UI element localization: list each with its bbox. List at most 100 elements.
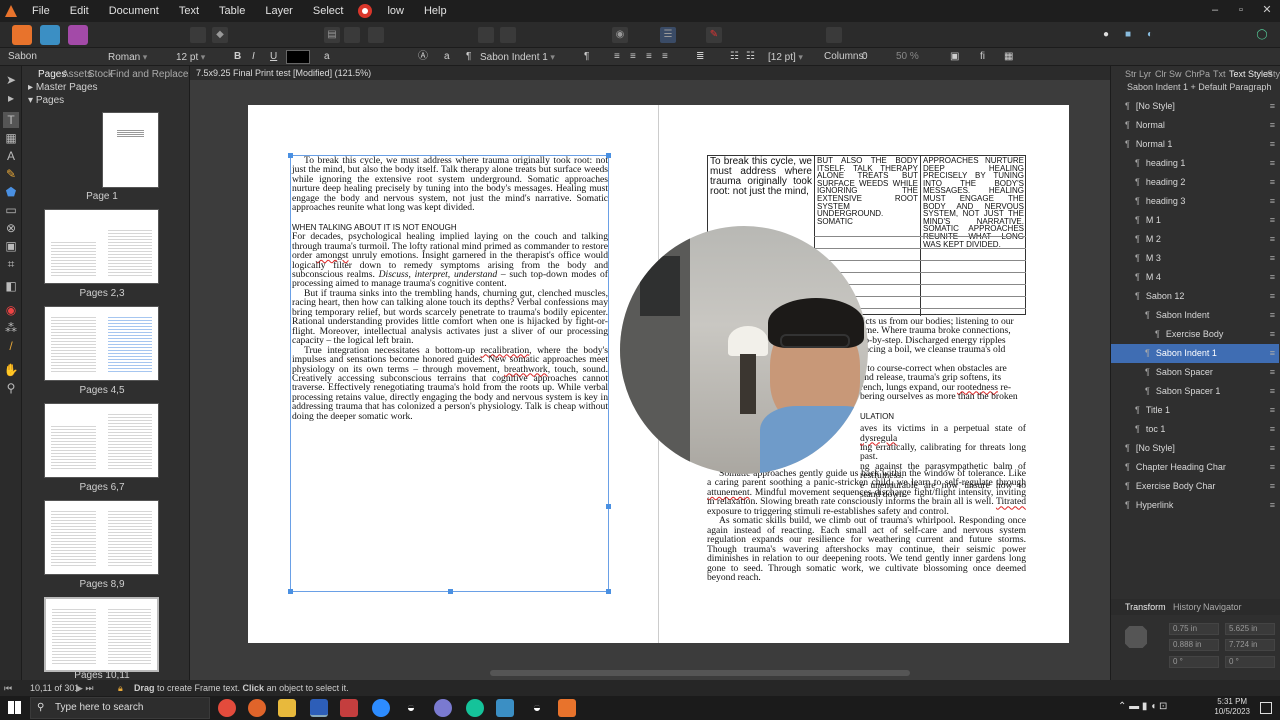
style-menu-icon[interactable]: ≡ [1270,477,1275,496]
menu-layer[interactable]: Layer [255,0,303,22]
text-style-item[interactable]: ¶ heading 1 ≡ [1111,154,1279,173]
minimize-icon[interactable]: – [1202,0,1228,22]
justify-icon[interactable]: ≡ [662,50,668,64]
settings-icon[interactable] [434,699,452,717]
system-tray-icons[interactable]: ⌃ ▬ ▮ ◖ ⊡ [1118,701,1167,712]
style-menu-icon[interactable]: ≡ [1270,135,1275,154]
share-icon[interactable] [190,27,206,43]
baseline-grid-icon[interactable]: ▦ [1004,50,1013,64]
tab-transform[interactable]: Transform [1125,602,1166,612]
move-tool-icon[interactable]: ➤ [3,72,19,88]
style-menu-icon[interactable]: ≡ [1270,458,1275,477]
style-menu-icon[interactable]: ≡ [1270,420,1275,439]
bullet-list-icon[interactable]: ☷ [730,50,739,64]
first-page-icon[interactable]: ⏮ [4,680,12,696]
text-style-item[interactable]: ¶ M 1 ≡ [1111,211,1279,230]
body-paragraph[interactable]: To break this cycle, we must address whe… [292,156,608,213]
hand-tool-icon[interactable]: ✋ [3,362,19,378]
numbered-list-icon[interactable]: ☷ [746,50,755,64]
frame-text-tool-icon[interactable]: T [3,112,19,128]
text-style-item[interactable]: ¶ Chapter Heading Char ≡ [1111,458,1279,477]
spread-thumbnail[interactable] [44,500,159,575]
character-panel-icon[interactable]: a [324,50,330,64]
zoom-icon[interactable] [372,699,390,717]
leading-dropdown[interactable]: [12 pt] [768,50,803,64]
menu-select[interactable]: Select [303,0,354,22]
y-position-field[interactable]: 0.888 in [1169,639,1219,651]
bold-button[interactable]: B [234,50,241,64]
photo-persona-icon[interactable] [68,25,88,45]
publisher-persona-icon[interactable] [12,25,32,45]
notifications-icon[interactable] [1260,702,1272,714]
text-style-item[interactable]: ¶ Exercise Body Char ≡ [1111,477,1279,496]
artistic-text-tool-icon[interactable]: A [3,148,19,164]
menu-table[interactable]: Table [209,0,255,22]
left-text-frame[interactable]: To break this cycle, we must address whe… [288,153,611,594]
text-style-item[interactable]: ¶ [No Style] ≡ [1111,439,1279,458]
pen-tool-icon[interactable]: ✎ [3,166,19,182]
body-paragraph[interactable]: True integration necessitates a bottom-u… [292,345,608,422]
text-style-item[interactable]: ¶ M 4 ≡ [1111,268,1279,287]
rotation-field[interactable]: 0 ° [1169,656,1219,668]
style-menu-icon[interactable]: ≡ [1270,496,1275,515]
word-icon[interactable] [310,699,328,717]
text-style-item[interactable]: ¶ toc 1 ≡ [1111,420,1279,439]
assistant-icon[interactable]: ● [1098,27,1114,43]
body-paragraph[interactable]: As somatic skills build, we climb out of… [707,516,1026,582]
style-preset[interactable]: Sabon [8,50,37,64]
anchor-selector-icon[interactable] [1125,626,1147,648]
text-style-item[interactable]: ¶ Sabon Spacer ≡ [1111,363,1279,382]
menu-window[interactable]: low [377,0,414,22]
text-color-swatch[interactable] [286,50,310,64]
publisher-icon[interactable] [558,699,576,717]
align-center-icon[interactable]: ≡ [630,50,636,64]
menu-document[interactable]: Document [99,0,169,22]
picture-frame-tool-icon[interactable]: ▭ [3,202,19,218]
character-style-icon[interactable]: a [444,50,450,64]
obs-icon[interactable]: ◒ [402,699,420,717]
italic-button[interactable]: I [252,50,255,64]
maximize-icon[interactable]: ▫ [1228,0,1254,22]
master-pages-header[interactable]: ▸ Master Pages [28,82,98,93]
style-menu-icon[interactable]: ≡ [1270,401,1275,420]
text-style-item[interactable]: ¶ Sabon Indent 1 ≡ [1111,344,1279,363]
user-account-icon[interactable]: ◯ [1254,27,1270,43]
preflight-icon[interactable]: ◆ [212,27,228,43]
app-icon[interactable] [340,699,358,717]
underline-button[interactable]: U [270,50,277,64]
align-icon[interactable] [826,27,842,43]
body-paragraph[interactable]: For decades, psychological healing impli… [292,232,608,289]
text-flow-icon[interactable]: fi [980,50,985,64]
text-style-item[interactable]: ¶ Title 1 ≡ [1111,401,1279,420]
style-menu-icon[interactable]: ≡ [1270,382,1275,401]
obs-icon[interactable]: ◒ [528,699,546,717]
tab-history[interactable]: History [1173,602,1201,612]
width-field[interactable]: 5.625 in [1225,623,1275,635]
align-right-icon[interactable]: ≡ [646,50,652,64]
node-tool-icon[interactable]: ▸ [3,90,19,106]
paragraph-icon[interactable]: ¶ [466,50,471,64]
text-style-item[interactable]: ¶ heading 3 ≡ [1111,192,1279,211]
style-menu-icon[interactable]: ≡ [1270,211,1275,230]
text-style-item[interactable]: ¶ Normal 1 ≡ [1111,135,1279,154]
pencil-tool-icon[interactable]: / [3,338,19,354]
pages-header[interactable]: ▾ Pages [28,95,64,106]
chrome-icon[interactable] [218,699,236,717]
color-picker-tool-icon[interactable]: ⁂ [3,320,19,336]
body-paragraph[interactable]: Somatic approaches gently guide us back … [707,469,1026,517]
page-thumbnail[interactable] [102,112,159,188]
page-indicator[interactable]: 10,11 of 301 [30,680,79,696]
view-mode-icon[interactable]: ◐ [1142,27,1158,43]
designer-persona-icon[interactable] [40,25,60,45]
taskbar-search-input[interactable]: ⚲ Type here to search [30,697,210,719]
ellipse-frame-tool-icon[interactable]: ⊗ [3,220,19,236]
shear-field[interactable]: 0 ° [1225,656,1275,668]
text-style-item[interactable]: ¶ Exercise Body ≡ [1111,325,1279,344]
tab-navigator[interactable]: Navigator [1203,602,1242,612]
transparency-tool-icon[interactable]: ◧ [3,278,19,294]
preferences-icon[interactable] [344,27,360,43]
vector-crop-tool-icon[interactable]: ⌗ [3,256,19,272]
right-text-frame[interactable]: Somatic approaches gently guide us back … [707,469,1026,583]
style-menu-icon[interactable]: ≡ [1270,192,1275,211]
preview-mode-icon[interactable]: ◉ [612,27,628,43]
